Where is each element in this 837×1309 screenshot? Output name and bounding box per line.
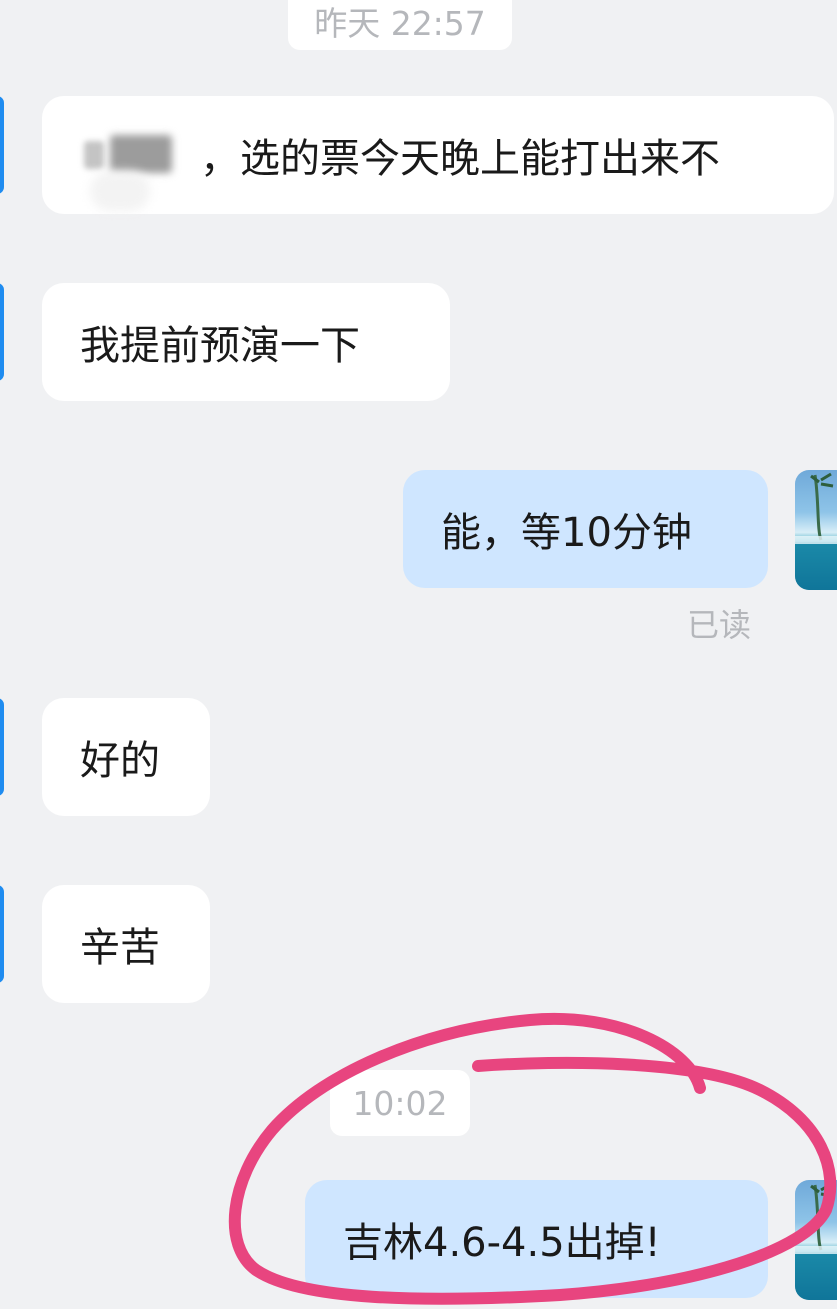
message-bubble-outgoing[interactable]: 吉林4.6-4.5出掉! xyxy=(305,1180,768,1298)
timestamp-text: 昨天 22:57 xyxy=(314,4,486,43)
timestamp-yesterday: 昨天 22:57 xyxy=(288,0,512,50)
message-text: 吉林4.6-4.5出掉! xyxy=(343,1220,661,1266)
message-bubble-incoming[interactable]: 辛苦 xyxy=(42,885,210,1003)
message-bubble-incoming[interactable]: 好的 xyxy=(42,698,210,816)
message-bubble-incoming[interactable]: ，选的票今天晚上能打出来不 xyxy=(42,96,834,214)
message-text: 好的 xyxy=(80,738,160,784)
timestamp-today: 10:02 xyxy=(330,1070,470,1136)
contact-avatar-icon[interactable] xyxy=(0,283,4,381)
message-text: 我提前预演一下 xyxy=(80,323,360,369)
message-bubble-incoming[interactable]: 我提前预演一下 xyxy=(42,283,450,401)
contact-avatar-icon[interactable] xyxy=(0,885,4,983)
message-text: 能，等10分钟 xyxy=(441,510,692,556)
message-bubble-outgoing[interactable]: 能，等10分钟 xyxy=(403,470,768,588)
contact-avatar-icon[interactable] xyxy=(0,698,4,796)
sea-landscape-avatar-icon[interactable] xyxy=(795,470,837,590)
message-text: ，选的票今天晚上能打出来不 xyxy=(200,136,720,182)
contact-avatar-icon[interactable] xyxy=(0,96,4,194)
timestamp-text: 10:02 xyxy=(352,1083,448,1123)
redacted-sender-name xyxy=(80,131,198,211)
sea-landscape-avatar-icon[interactable] xyxy=(795,1180,837,1300)
message-text: 辛苦 xyxy=(80,925,160,971)
read-receipt: 已读 xyxy=(687,606,752,644)
